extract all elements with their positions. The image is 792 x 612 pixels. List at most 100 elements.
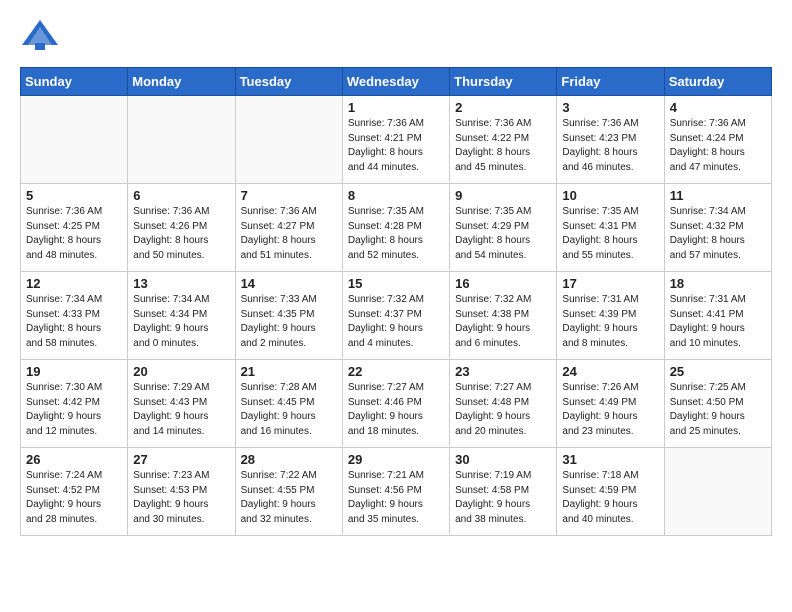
calendar-cell: 19 Sunrise: 7:30 AM Sunset: 4:42 PM Dayli… <box>21 360 128 448</box>
calendar-cell: 30 Sunrise: 7:19 AM Sunset: 4:58 PM Dayli… <box>450 448 557 536</box>
day-info: Sunrise: 7:27 AM Sunset: 4:48 PM Dayligh… <box>455 381 551 439</box>
weekday-header-tuesday: Tuesday <box>235 68 342 96</box>
calendar-cell: 28Sunrise: 7:22 AM Sunset: 4:55 PM Dayli… <box>235 448 342 536</box>
day-number: 7 <box>241 188 337 203</box>
calendar-cell: 10 Sunrise: 7:35 AM Sunset: 4:31 PM Dayli… <box>557 184 664 272</box>
day-info: Sunrise: 7:23 AM Sunset: 4:53 PM Dayligh… <box>133 469 229 527</box>
day-info: Sunrise: 7:24 AM Sunset: 4:52 PM Dayligh… <box>26 469 122 527</box>
day-info: Sunrise: 7:34 AM Sunset: 4:32 PM Dayligh… <box>670 205 766 263</box>
day-number: 17 <box>562 276 658 291</box>
day-info: Sunrise: 7:35 AM Sunset: 4:31 PM Dayligh… <box>562 205 658 263</box>
day-info: Sunrise: 7:36 AM Sunset: 4:21 PM Dayligh… <box>348 117 444 175</box>
day-info: Sunrise: 7:18 AM Sunset: 4:59 PM Dayligh… <box>562 469 658 527</box>
day-info: Sunrise: 7:26 AM Sunset: 4:49 PM Dayligh… <box>562 381 658 439</box>
day-info: Sunrise: 7:36 AM Sunset: 4:27 PM Dayligh… <box>241 205 337 263</box>
calendar-cell: 4Sunrise: 7:36 AM Sunset: 4:24 PM Daylig… <box>664 96 771 184</box>
day-number: 12 <box>26 276 122 291</box>
calendar-cell <box>128 96 235 184</box>
day-number: 8 <box>348 188 444 203</box>
weekday-header-sunday: Sunday <box>21 68 128 96</box>
day-info: Sunrise: 7:25 AM Sunset: 4:50 PM Dayligh… <box>670 381 766 439</box>
weekday-header-wednesday: Wednesday <box>342 68 449 96</box>
day-info: Sunrise: 7:34 AM Sunset: 4:33 PM Dayligh… <box>26 293 122 351</box>
day-info: Sunrise: 7:36 AM Sunset: 4:25 PM Dayligh… <box>26 205 122 263</box>
calendar-cell: 7 Sunrise: 7:36 AM Sunset: 4:27 PM Daylig… <box>235 184 342 272</box>
calendar-cell: 11Sunrise: 7:34 AM Sunset: 4:32 PM Dayli… <box>664 184 771 272</box>
day-info: Sunrise: 7:33 AM Sunset: 4:35 PM Dayligh… <box>241 293 337 351</box>
week-row-3: 12 Sunrise: 7:34 AM Sunset: 4:33 PM Dayli… <box>21 272 772 360</box>
day-info: Sunrise: 7:27 AM Sunset: 4:46 PM Dayligh… <box>348 381 444 439</box>
day-number: 20 <box>133 364 229 379</box>
calendar-cell: 8 Sunrise: 7:35 AM Sunset: 4:28 PM Daylig… <box>342 184 449 272</box>
calendar-cell: 9 Sunrise: 7:35 AM Sunset: 4:29 PM Daylig… <box>450 184 557 272</box>
weekday-header-row: SundayMondayTuesdayWednesdayThursdayFrid… <box>21 68 772 96</box>
day-number: 22 <box>348 364 444 379</box>
day-info: Sunrise: 7:36 AM Sunset: 4:23 PM Dayligh… <box>562 117 658 175</box>
day-number: 16 <box>455 276 551 291</box>
calendar-cell: 5 Sunrise: 7:36 AM Sunset: 4:25 PM Daylig… <box>21 184 128 272</box>
day-info: Sunrise: 7:36 AM Sunset: 4:24 PM Dayligh… <box>670 117 766 175</box>
day-number: 10 <box>562 188 658 203</box>
day-info: Sunrise: 7:21 AM Sunset: 4:56 PM Dayligh… <box>348 469 444 527</box>
day-info: Sunrise: 7:19 AM Sunset: 4:58 PM Dayligh… <box>455 469 551 527</box>
day-number: 6 <box>133 188 229 203</box>
weekday-header-saturday: Saturday <box>664 68 771 96</box>
week-row-4: 19 Sunrise: 7:30 AM Sunset: 4:42 PM Dayli… <box>21 360 772 448</box>
week-row-2: 5 Sunrise: 7:36 AM Sunset: 4:25 PM Daylig… <box>21 184 772 272</box>
weekday-header-monday: Monday <box>128 68 235 96</box>
day-info: Sunrise: 7:35 AM Sunset: 4:28 PM Dayligh… <box>348 205 444 263</box>
calendar-cell: 12 Sunrise: 7:34 AM Sunset: 4:33 PM Dayli… <box>21 272 128 360</box>
day-info: Sunrise: 7:34 AM Sunset: 4:34 PM Dayligh… <box>133 293 229 351</box>
calendar-cell: 1 Sunrise: 7:36 AM Sunset: 4:21 PM Daylig… <box>342 96 449 184</box>
day-number: 24 <box>562 364 658 379</box>
day-info: Sunrise: 7:32 AM Sunset: 4:38 PM Dayligh… <box>455 293 551 351</box>
calendar-cell: 15Sunrise: 7:32 AM Sunset: 4:37 PM Dayli… <box>342 272 449 360</box>
day-number: 30 <box>455 452 551 467</box>
calendar-cell: 14 Sunrise: 7:33 AM Sunset: 4:35 PM Dayli… <box>235 272 342 360</box>
day-info: Sunrise: 7:28 AM Sunset: 4:45 PM Dayligh… <box>241 381 337 439</box>
weekday-header-thursday: Thursday <box>450 68 557 96</box>
calendar-cell: 3 Sunrise: 7:36 AM Sunset: 4:23 PM Daylig… <box>557 96 664 184</box>
header <box>20 15 772 55</box>
weekday-header-friday: Friday <box>557 68 664 96</box>
calendar-cell: 29 Sunrise: 7:21 AM Sunset: 4:56 PM Dayli… <box>342 448 449 536</box>
calendar-cell <box>235 96 342 184</box>
calendar-cell: 25 Sunrise: 7:25 AM Sunset: 4:50 PM Dayli… <box>664 360 771 448</box>
day-number: 5 <box>26 188 122 203</box>
day-info: Sunrise: 7:36 AM Sunset: 4:22 PM Dayligh… <box>455 117 551 175</box>
calendar-cell: 13Sunrise: 7:34 AM Sunset: 4:34 PM Dayli… <box>128 272 235 360</box>
calendar-cell: 6 Sunrise: 7:36 AM Sunset: 4:26 PM Daylig… <box>128 184 235 272</box>
week-row-1: 1 Sunrise: 7:36 AM Sunset: 4:21 PM Daylig… <box>21 96 772 184</box>
day-number: 15 <box>348 276 444 291</box>
day-number: 14 <box>241 276 337 291</box>
day-number: 1 <box>348 100 444 115</box>
calendar-cell: 2Sunrise: 7:36 AM Sunset: 4:22 PM Daylig… <box>450 96 557 184</box>
calendar-cell <box>664 448 771 536</box>
day-number: 3 <box>562 100 658 115</box>
week-row-5: 26Sunrise: 7:24 AM Sunset: 4:52 PM Dayli… <box>21 448 772 536</box>
day-info: Sunrise: 7:31 AM Sunset: 4:39 PM Dayligh… <box>562 293 658 351</box>
calendar-cell: 20 Sunrise: 7:29 AM Sunset: 4:43 PM Dayli… <box>128 360 235 448</box>
calendar-cell: 18 Sunrise: 7:31 AM Sunset: 4:41 PM Dayli… <box>664 272 771 360</box>
calendar-cell: 27 Sunrise: 7:23 AM Sunset: 4:53 PM Dayli… <box>128 448 235 536</box>
day-info: Sunrise: 7:31 AM Sunset: 4:41 PM Dayligh… <box>670 293 766 351</box>
day-number: 29 <box>348 452 444 467</box>
day-number: 19 <box>26 364 122 379</box>
day-number: 27 <box>133 452 229 467</box>
day-info: Sunrise: 7:29 AM Sunset: 4:43 PM Dayligh… <box>133 381 229 439</box>
logo-icon <box>20 15 60 55</box>
day-info: Sunrise: 7:30 AM Sunset: 4:42 PM Dayligh… <box>26 381 122 439</box>
day-info: Sunrise: 7:36 AM Sunset: 4:26 PM Dayligh… <box>133 205 229 263</box>
calendar-cell: 21Sunrise: 7:28 AM Sunset: 4:45 PM Dayli… <box>235 360 342 448</box>
day-number: 18 <box>670 276 766 291</box>
day-number: 31 <box>562 452 658 467</box>
calendar-cell: 23 Sunrise: 7:27 AM Sunset: 4:48 PM Dayli… <box>450 360 557 448</box>
day-number: 9 <box>455 188 551 203</box>
day-info: Sunrise: 7:35 AM Sunset: 4:29 PM Dayligh… <box>455 205 551 263</box>
calendar-cell: 16 Sunrise: 7:32 AM Sunset: 4:38 PM Dayli… <box>450 272 557 360</box>
calendar-cell: 17 Sunrise: 7:31 AM Sunset: 4:39 PM Dayli… <box>557 272 664 360</box>
logo <box>20 15 66 55</box>
day-number: 28 <box>241 452 337 467</box>
day-number: 25 <box>670 364 766 379</box>
day-number: 23 <box>455 364 551 379</box>
